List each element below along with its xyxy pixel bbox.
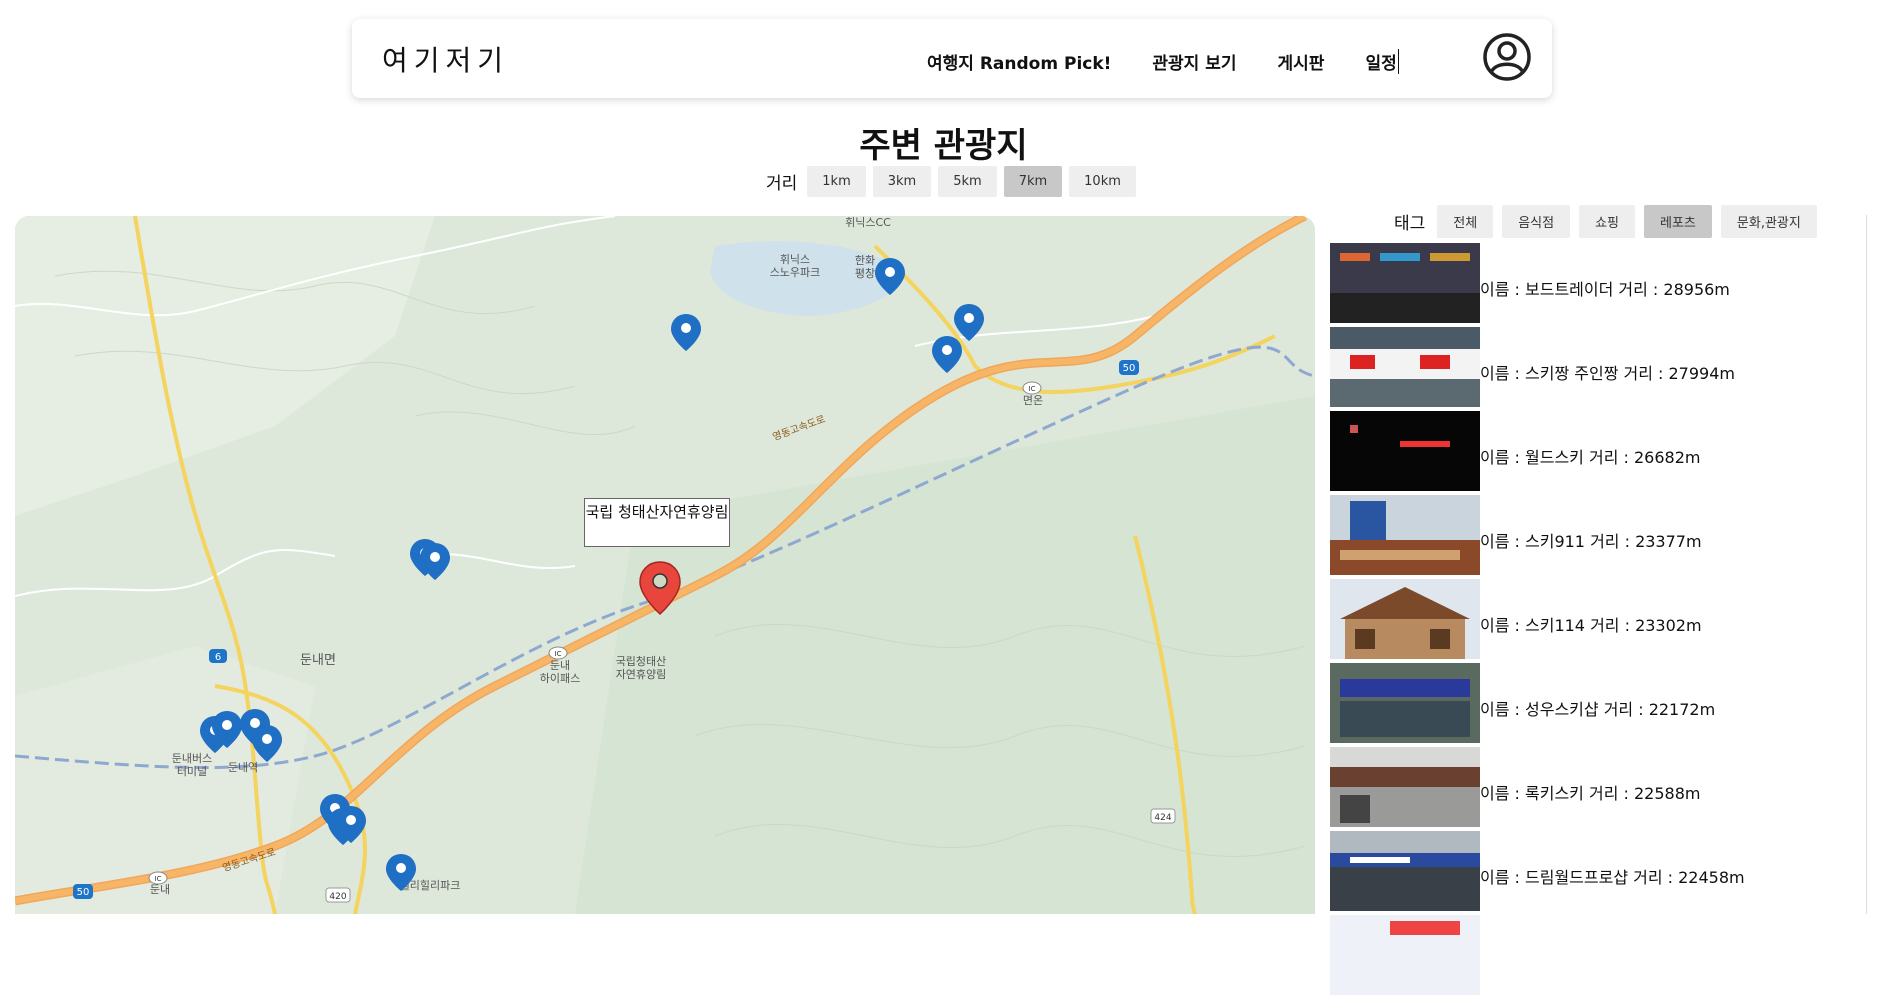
thumbnail-image (1330, 411, 1480, 491)
user-circle-icon[interactable] (1482, 32, 1532, 82)
thumbnail-image (1330, 663, 1480, 743)
list-item-text: 이름 : 스키짱 주인짱 거리 : 27994m (1480, 364, 1735, 383)
tag-label: 태그 (1394, 214, 1426, 234)
map-label-forest: 국립청태산 자연휴양림 (616, 655, 667, 681)
svg-text:6: 6 (215, 652, 221, 663)
route-shield-50: 50 (1119, 360, 1139, 375)
brand-logo[interactable]: 여기저기 (382, 39, 509, 79)
list-item-text: 이름 : 스키114 거리 : 23302m (1480, 616, 1702, 635)
navbar: 여기저기 여행지 Random Pick! 관광지 보기 게시판 일정 (352, 19, 1552, 98)
map-view[interactable]: 휘닉스 스노우파크 한화 평창 휘닉스CC 면온 영동고속도로 영동고속도로 둔내면… (15, 216, 1315, 914)
thumbnail-image (1330, 579, 1480, 659)
distance-7km-button[interactable]: 7km (1003, 166, 1063, 197)
nav-links: 여행지 Random Pick! 관광지 보기 게시판 일정 (927, 49, 1399, 74)
map-label-cc: 휘닉스CC (845, 216, 891, 229)
page-title: 주변 관광지 (859, 126, 1028, 166)
map-label-dundae: 둔내면 (300, 653, 336, 668)
route-shield-420: 420 (325, 887, 351, 903)
list-item[interactable]: 이름 : 스키911 거리 : 23377m (1330, 495, 1860, 579)
list-item-text: 이름 : 월드스키 거리 : 26682m (1480, 448, 1701, 467)
map-info-window: 국립 청태산자연휴양림 (584, 498, 730, 547)
result-list: 이름 : 보드트레이더 거리 : 28956m 이름 : 스키짱 주인짱 거리 … (1330, 243, 1860, 999)
nav-attractions[interactable]: 관광지 보기 (1152, 49, 1236, 74)
svg-text:IC: IC (555, 650, 562, 658)
route-shield-6: 6 (209, 649, 227, 663)
distance-1km-button[interactable]: 1km (807, 166, 866, 197)
distance-label: 거리 (766, 174, 798, 194)
svg-text:50: 50 (1123, 363, 1136, 374)
tag-food-button[interactable]: 음식점 (1502, 205, 1571, 238)
thumbnail-image (1330, 747, 1480, 827)
svg-text:IC: IC (155, 875, 162, 883)
list-item-text: 이름 : 스키911 거리 : 23377m (1480, 532, 1702, 551)
thumbnail-image (1330, 915, 1480, 995)
svg-text:IC: IC (1029, 385, 1036, 393)
list-item[interactable]: 이름 : 스키짱 주인짱 거리 : 27994m (1330, 327, 1860, 411)
distance-filter: 거리 1km 3km 5km 7km 10km (766, 166, 1143, 197)
list-item[interactable]: 이름 : 성우스키샵 거리 : 22172m (1330, 663, 1860, 747)
list-item[interactable]: 이름 : 록키스키 거리 : 22588m (1330, 747, 1860, 831)
tag-leports-button[interactable]: 레포츠 (1644, 205, 1712, 238)
thumbnail-image (1330, 831, 1480, 911)
tag-all-button[interactable]: 전체 (1437, 205, 1494, 238)
svg-text:420: 420 (329, 892, 346, 902)
list-item[interactable]: 이름 : 보드트레이더 거리 : 28956m (1330, 243, 1860, 327)
ic-badge-3: IC (148, 871, 168, 885)
map-label-station: 둔내역 (228, 761, 258, 774)
route-shield-424: 424 (1150, 808, 1176, 824)
tag-shopping-button[interactable]: 쇼핑 (1579, 205, 1636, 238)
thumbnail-image (1330, 495, 1480, 575)
map-label-hanwha: 한화 평창 (855, 254, 875, 280)
list-item-text: 이름 : 드림월드프로샵 거리 : 22458m (1480, 868, 1745, 887)
list-item[interactable]: 이름 : 드림월드프로샵 거리 : 22458m (1330, 831, 1860, 915)
list-item[interactable]: 이름 : 월드스키 거리 : 26682m (1330, 411, 1860, 495)
distance-10km-button[interactable]: 10km (1069, 166, 1136, 197)
map-canvas[interactable]: 휘닉스 스노우파크 한화 평창 휘닉스CC 면온 영동고속도로 영동고속도로 둔내면… (15, 216, 1315, 914)
distance-3km-button[interactable]: 3km (872, 166, 932, 197)
map-label-myeonon: 면온 (1023, 394, 1043, 407)
nav-schedule[interactable]: 일정 (1365, 49, 1399, 74)
list-item-text: 이름 : 보드트레이더 거리 : 28956m (1480, 280, 1730, 299)
list-item-text: 이름 : 성우스키샵 거리 : 22172m (1480, 700, 1716, 719)
thumbnail-image (1330, 327, 1480, 407)
svg-text:424: 424 (1154, 813, 1171, 823)
svg-text:50: 50 (77, 887, 90, 898)
tag-culture-button[interactable]: 문화,관광지 (1720, 205, 1817, 238)
tag-filter: 태그 전체 음식점 쇼핑 레포츠 문화,관광지 (1394, 205, 1826, 238)
map-label-dundae-ic: 둔내 (150, 883, 170, 896)
nav-board[interactable]: 게시판 (1278, 49, 1325, 74)
list-item[interactable]: 이름 : 스키114 거리 : 23302m (1330, 579, 1860, 663)
scrollbar-track[interactable] (1866, 215, 1867, 914)
list-item[interactable] (1330, 915, 1860, 999)
route-shield-50-2: 50 (73, 884, 93, 899)
ic-badge-2: IC (548, 646, 568, 660)
list-item-text: 이름 : 록키스키 거리 : 22588m (1480, 784, 1701, 803)
map-label-bus: 둔내버스 터미널 (172, 752, 212, 778)
ic-badge: IC (1022, 381, 1042, 395)
distance-5km-button[interactable]: 5km (938, 166, 997, 197)
thumbnail-image (1330, 243, 1480, 323)
nav-random-pick[interactable]: 여행지 Random Pick! (927, 49, 1111, 74)
